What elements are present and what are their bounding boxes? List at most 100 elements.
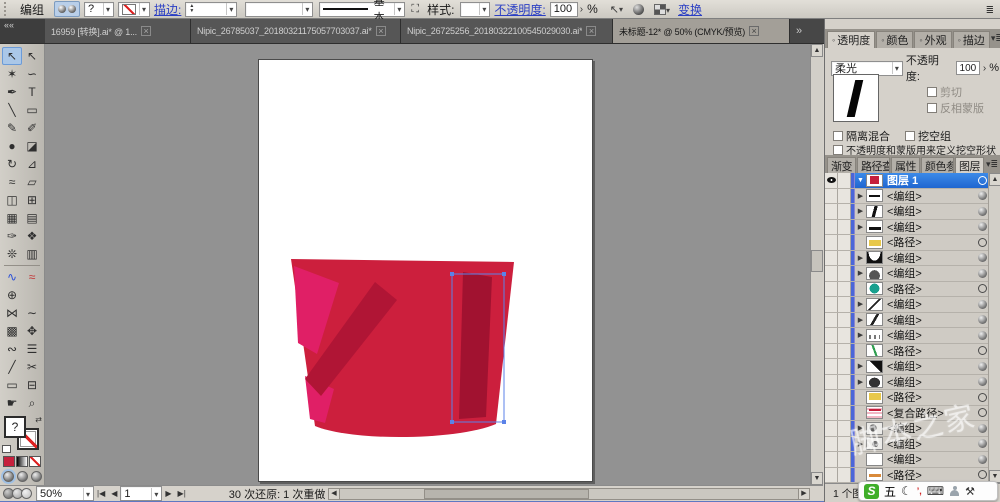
layer-thumbnail[interactable] <box>866 235 883 249</box>
visibility-toggle[interactable] <box>825 421 838 436</box>
tab-close-icon[interactable] <box>375 26 386 36</box>
target-circle-icon[interactable] <box>978 377 987 387</box>
next-artboard-icon[interactable] <box>162 489 174 498</box>
empty-slot[interactable] <box>22 286 42 304</box>
lock-toggle[interactable] <box>838 452 851 467</box>
scribble-tool[interactable]: ∾ <box>2 340 22 358</box>
visibility-toggle[interactable] <box>825 452 838 467</box>
expand-arrow-icon[interactable] <box>855 331 866 339</box>
layer-label[interactable]: <编组> <box>887 203 975 219</box>
previous-artboard-icon[interactable] <box>108 489 120 498</box>
selection-handle[interactable] <box>502 420 506 424</box>
scissors-tool[interactable]: ✂ <box>22 358 42 376</box>
layer-thumbnail[interactable] <box>866 189 883 203</box>
lock-toggle[interactable] <box>838 188 851 203</box>
perspective-grid-tool[interactable]: ⊞ <box>22 191 42 209</box>
layer-thumbnail[interactable] <box>866 468 883 482</box>
layer-row[interactable]: <路径> <box>825 235 1000 251</box>
target-circle-icon[interactable] <box>978 330 987 340</box>
panel-tab[interactable]: 外观 <box>914 31 952 48</box>
layer-row[interactable]: <编组> <box>825 359 1000 375</box>
panel-tab[interactable]: 透明度 <box>827 31 876 48</box>
target-circle-icon[interactable] <box>978 346 987 356</box>
blob-brush-tool[interactable]: ● <box>2 137 22 155</box>
slice-tool[interactable]: ⊟ <box>22 376 42 394</box>
brush-definition-select[interactable]: 基本 <box>319 0 406 24</box>
hand-tool[interactable]: ☛ <box>2 394 22 412</box>
layer-thumbnail[interactable] <box>866 313 883 327</box>
lock-toggle[interactable] <box>838 421 851 436</box>
visibility-toggle[interactable] <box>825 297 838 312</box>
layer-label[interactable]: <路径> <box>887 343 975 359</box>
layer-thumbnail[interactable] <box>866 204 883 218</box>
clip-checkbox[interactable] <box>927 87 937 97</box>
target-circle-icon[interactable] <box>978 206 987 216</box>
ime-mode-label[interactable]: 五 <box>884 483 896 500</box>
tab-close-icon[interactable] <box>749 26 760 36</box>
layer-label[interactable]: <编组> <box>887 250 975 266</box>
scroll-right-icon[interactable] <box>798 489 809 499</box>
ime-logo-icon[interactable]: S <box>864 483 879 499</box>
panel-tab[interactable]: 路径查 <box>857 157 890 174</box>
layer-label[interactable]: <编组> <box>887 188 975 204</box>
knife-tool[interactable]: ╱ <box>2 358 22 376</box>
paintbrush-tool[interactable]: ✎ <box>2 119 22 137</box>
layer-row[interactable]: <编组> <box>825 297 1000 313</box>
layer-thumbnail[interactable] <box>866 375 883 389</box>
width-profile-select[interactable] <box>245 1 314 17</box>
layer-label[interactable]: <编组> <box>887 420 975 436</box>
panel-tab[interactable]: 图层 <box>955 157 984 174</box>
pencil-tool[interactable]: ✐ <box>22 119 42 137</box>
visibility-toggle[interactable] <box>825 390 838 405</box>
opacity-mask-define-checkbox[interactable] <box>833 144 843 155</box>
visibility-toggle[interactable] <box>825 250 838 265</box>
layer-thumbnail[interactable] <box>866 251 883 265</box>
layer-row[interactable]: <编组> <box>825 421 1000 437</box>
target-circle-icon[interactable] <box>978 439 987 449</box>
layers-scrollbar[interactable] <box>988 173 1000 483</box>
fill-style-select[interactable]: ? <box>84 1 115 17</box>
target-circle-icon[interactable] <box>978 361 987 371</box>
layer-row[interactable]: <编组> <box>825 250 1000 266</box>
moon-icon[interactable] <box>901 484 912 498</box>
ribbon-tool[interactable]: ∼ <box>22 304 42 322</box>
expand-arrow-icon[interactable] <box>855 269 866 277</box>
symbol-sprayer-tool[interactable]: ❊ <box>2 245 22 263</box>
opacity-mask-thumbnail[interactable] <box>833 74 879 122</box>
rectangle-tool[interactable]: ▭ <box>22 101 42 119</box>
target-circle-icon[interactable] <box>978 237 987 247</box>
layer-thumbnail[interactable] <box>866 437 883 451</box>
lock-toggle[interactable] <box>838 173 851 188</box>
zigzag-tool[interactable]: ∿ <box>2 268 22 286</box>
recolor-artwork-icon[interactable]: ⛶ <box>409 2 421 17</box>
artboard-number-select[interactable]: 1 <box>120 486 163 501</box>
layer-thumbnail[interactable] <box>866 421 883 435</box>
knockout-group-checkbox[interactable] <box>905 131 915 141</box>
layer-row[interactable]: <编组> <box>825 188 1000 204</box>
target-circle-icon[interactable] <box>978 253 987 263</box>
canvas[interactable] <box>45 44 810 485</box>
last-artboard-icon[interactable] <box>175 489 189 498</box>
target-circle-icon[interactable] <box>978 191 987 201</box>
reference-point-button[interactable] <box>54 1 81 17</box>
target-circle-icon[interactable] <box>978 315 987 325</box>
width-tool[interactable]: ≈ <box>2 173 22 191</box>
expand-arrow-icon[interactable] <box>855 440 866 448</box>
grid-tool[interactable]: ▩ <box>2 322 22 340</box>
type-tool[interactable]: T <box>22 83 42 101</box>
document-tab[interactable]: 16959 [转换].ai* @ 1... <box>45 19 191 43</box>
expand-arrow-icon[interactable] <box>855 378 866 386</box>
expand-arrow-icon[interactable] <box>855 254 866 262</box>
tab-overflow-icon[interactable] <box>792 19 806 43</box>
scroll-down-icon[interactable] <box>811 472 823 485</box>
panel-tab[interactable]: 描边 <box>952 31 990 48</box>
horizontal-scroll-thumb[interactable] <box>424 489 589 499</box>
visibility-toggle[interactable] <box>825 235 838 250</box>
screen-mode-full-icon[interactable] <box>31 471 42 482</box>
panel-tab[interactable]: 渐变 <box>827 157 856 174</box>
layer-row[interactable]: <复合路径> <box>825 405 1000 421</box>
visibility-toggle[interactable] <box>825 328 838 343</box>
layer-row[interactable]: <编组> <box>825 374 1000 390</box>
layer-thumbnail[interactable] <box>866 328 883 342</box>
zoom-tool[interactable]: ⌕ <box>22 394 42 412</box>
